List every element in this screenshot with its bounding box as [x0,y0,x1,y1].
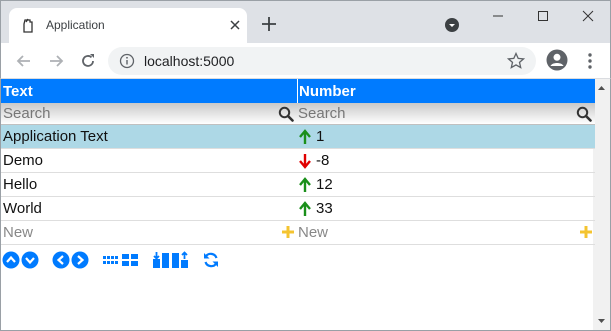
cell-text[interactable]: Demo [1,149,297,172]
cell-text-value: Demo [3,152,44,169]
maximize-icon [538,11,548,21]
grid-footer-toolbar [2,250,221,270]
cell-text-value: Hello [3,176,38,193]
trend-up-icon [299,128,311,144]
view-large-icon[interactable] [121,251,139,269]
import-icon[interactable] [152,251,170,269]
trend-up-icon [299,176,311,192]
table-row[interactable]: Application Text 1 [1,125,595,149]
maximize-button[interactable] [520,1,566,31]
tab-title: Application [46,18,105,32]
forward-arrow-icon[interactable] [46,51,66,71]
scroll-down-icon[interactable] [593,314,610,328]
add-plus-icon[interactable] [579,225,593,239]
scroll-up-icon[interactable] [593,81,610,95]
table-row[interactable]: Demo -8 [1,149,595,173]
view-small-icon[interactable] [102,251,120,269]
column-header-number[interactable]: Number [297,79,595,103]
minimize-icon [493,15,503,17]
browser-toolbar: localhost:5000 [0,43,611,79]
cell-text[interactable]: World [1,197,297,220]
close-window-button[interactable] [565,1,611,31]
table-row[interactable]: Hello 12 [1,173,595,197]
browser-tab[interactable]: Application [9,8,247,44]
cell-number-value: 1 [316,128,325,145]
trend-down-icon [299,153,311,169]
cell-text[interactable]: Hello [1,173,297,196]
search-input-number[interactable] [298,105,568,122]
url-text[interactable]: localhost:5000 [144,53,234,69]
search-cell-number [297,103,595,124]
grid-header-row: Text Number [1,79,595,103]
browser-menu-icon[interactable] [581,51,599,71]
page-next-icon[interactable] [71,251,89,269]
data-grid: Text Number Application Text [1,79,595,245]
refresh-icon[interactable] [202,251,220,269]
new-cell-text[interactable]: New [1,221,297,244]
tab-search-icon[interactable] [444,17,460,33]
search-cell-text [1,103,297,124]
new-item-row: New New [1,221,595,245]
new-tab-icon[interactable] [259,14,279,34]
address-bar[interactable]: localhost:5000 [108,47,536,75]
column-header-text[interactable]: Text [1,79,297,103]
search-icon[interactable] [278,106,294,122]
page-viewport: Text Number Application Text [0,79,611,331]
search-icon[interactable] [576,106,592,122]
new-number-placeholder[interactable]: New [298,224,328,241]
trend-up-icon [299,200,311,216]
cell-text-value: Application Text [3,128,108,145]
page-prev-icon[interactable] [52,251,70,269]
cell-number[interactable]: 12 [297,173,595,196]
cell-number-value: 33 [316,200,333,217]
bookmark-star-icon[interactable] [507,52,525,70]
cell-text[interactable]: Application Text [1,125,297,148]
cell-number-value: 12 [316,176,333,193]
site-info-icon[interactable] [119,53,135,69]
sort-up-icon[interactable] [2,251,20,269]
grid-search-row [1,103,595,125]
cell-number[interactable]: -8 [297,149,595,172]
export-icon[interactable] [171,251,189,269]
back-arrow-icon[interactable] [14,51,34,71]
sort-down-icon[interactable] [21,251,39,269]
add-plus-icon[interactable] [281,225,295,239]
cell-text-value: World [3,200,42,217]
profile-avatar-icon[interactable] [546,49,568,71]
cell-number-value: -8 [316,152,330,169]
cell-number[interactable]: 1 [297,125,595,148]
reload-icon[interactable] [78,51,98,71]
cell-number[interactable]: 33 [297,197,595,220]
search-input-text[interactable] [3,105,273,122]
table-row[interactable]: World 33 [1,197,595,221]
page-favicon-icon [23,18,33,33]
close-tab-icon[interactable] [227,17,243,33]
close-icon [582,10,594,22]
new-cell-number[interactable]: New [297,221,595,244]
browser-titlebar: Application [0,0,611,44]
vertical-scrollbar[interactable] [593,79,610,330]
new-text-placeholder[interactable]: New [3,224,33,241]
minimize-button[interactable] [475,1,521,31]
